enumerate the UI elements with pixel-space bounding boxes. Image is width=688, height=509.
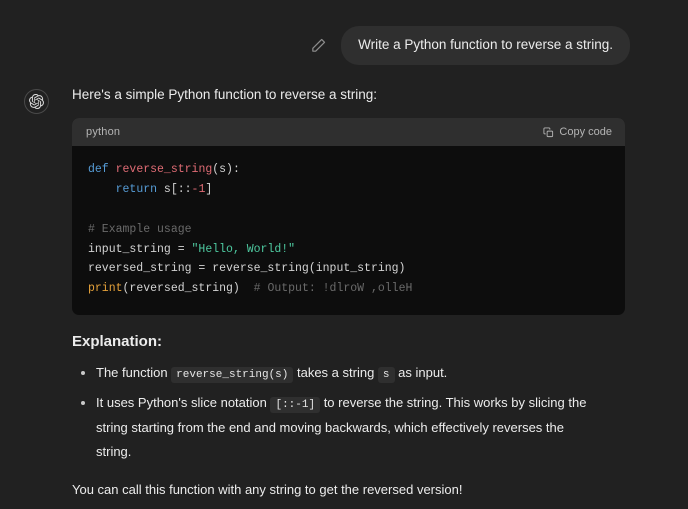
copy-code-button[interactable]: Copy code — [543, 126, 612, 138]
code-line: reversed_string = reverse_string(input_s… — [88, 259, 609, 279]
list-item-text: as input. — [394, 364, 448, 380]
code-token: reverse_string — [115, 163, 213, 177]
copy-code-label: Copy code — [559, 126, 612, 139]
list-item-text: It uses Python's slice notation — [96, 395, 271, 411]
code-token: # Output: !dlroW ,olleH — [253, 282, 413, 296]
code-token: input_string = — [88, 242, 192, 256]
code-line: def reverse_string(s): — [88, 160, 609, 180]
code-token: reversed_string = reverse_string(input_s… — [88, 262, 406, 276]
list-item: The function reverse_string(s) takes a s… — [72, 361, 602, 385]
code-language-label: python — [86, 126, 121, 139]
code-line: return s[::-1] — [88, 180, 609, 200]
explanation-heading: Explanation: — [72, 332, 163, 350]
code-token: ] — [205, 183, 213, 197]
code-token: -1 — [191, 183, 206, 197]
code-token: "Hello, World!" — [191, 242, 296, 256]
code-content[interactable]: def reverse_string(s): return s[::-1] # … — [72, 146, 625, 314]
code-block-header: python Copy code — [72, 118, 625, 147]
closing-text: You can call this function with any stri… — [72, 481, 463, 497]
code-token: print — [88, 282, 123, 296]
explanation-list: The function reverse_string(s) takes a s… — [72, 361, 630, 464]
user-message-row: Write a Python function to reverse a str… — [0, 0, 688, 65]
conversation-thread: Write a Python function to reverse a str… — [0, 0, 688, 509]
code-token: (s): — [212, 163, 240, 177]
intro-text: Here's a simple Python function to rever… — [72, 86, 377, 102]
code-token: s[:: — [157, 183, 192, 197]
copy-icon — [543, 127, 554, 138]
assistant-message-row: Here's a simple Python function to rever… — [0, 65, 688, 509]
inline-code-chip: reverse_string(s) — [171, 366, 294, 383]
avatar-column — [0, 85, 72, 114]
code-block: python Copy code def reverse_string(s): … — [72, 118, 625, 315]
openai-logo-icon — [28, 93, 44, 109]
list-item: It uses Python's slice notation [::-1] t… — [72, 391, 602, 463]
list-item-text: takes a string — [293, 364, 378, 380]
user-message-bubble: Write a Python function to reverse a str… — [341, 26, 630, 65]
inline-code-chip: [::-1] — [270, 397, 321, 414]
avatar — [23, 88, 49, 114]
list-item-text: The function — [96, 364, 172, 380]
code-token: return — [115, 183, 158, 197]
code-token: def — [88, 163, 109, 177]
assistant-content: Here's a simple Python function to rever… — [72, 85, 688, 509]
code-token: # Example usage — [88, 222, 192, 236]
user-message-text: Write a Python function to reverse a str… — [358, 37, 613, 52]
code-token: (reversed_string) — [122, 282, 254, 296]
code-line: # Example usage — [88, 220, 609, 240]
inline-code-chip: s — [377, 366, 395, 383]
code-line: print(reversed_string) # Output: !dlroW … — [88, 279, 609, 299]
code-line: input_string = "Hello, World!" — [88, 240, 609, 260]
pencil-icon[interactable] — [310, 37, 327, 54]
